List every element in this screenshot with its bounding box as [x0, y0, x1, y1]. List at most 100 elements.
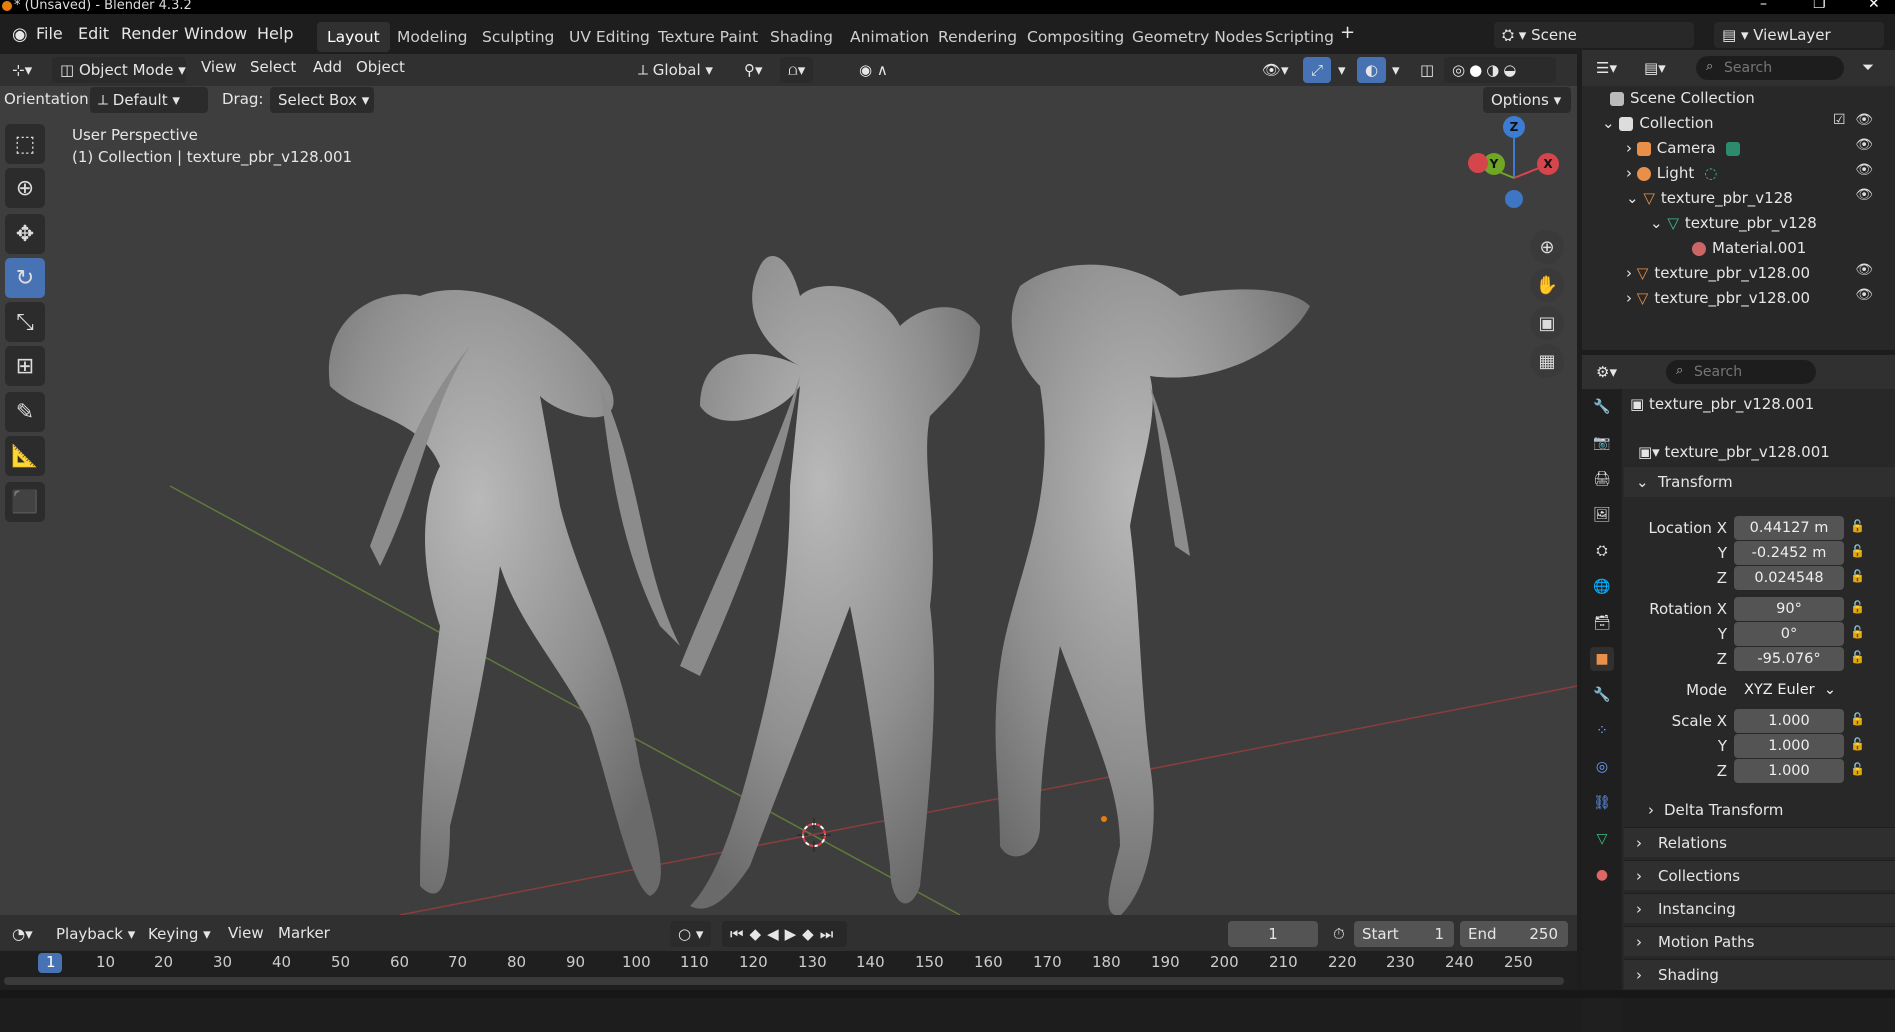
- location-z-field[interactable]: 0.024548: [1734, 566, 1844, 590]
- chevron-right-icon[interactable]: ›: [1626, 289, 1637, 307]
- menu-render[interactable]: Render: [121, 24, 178, 43]
- scale-z-field[interactable]: 1.000: [1734, 759, 1844, 783]
- maximize-icon[interactable]: ❐: [1813, 0, 1826, 12]
- rendered-shading-icon[interactable]: ◒: [1503, 61, 1520, 79]
- select-box-tool-icon[interactable]: ⬚: [5, 124, 45, 164]
- add-cube-tool-icon[interactable]: ⬛: [5, 482, 45, 522]
- rotation-y-field[interactable]: 0°: [1734, 622, 1844, 646]
- rotation-z-field[interactable]: -95.076°: [1734, 647, 1844, 671]
- rotation-mode-dropdown[interactable]: XYZ Euler ⌄: [1734, 678, 1844, 702]
- outliner-object-3[interactable]: › ▽ texture_pbr_v128.00: [1626, 286, 1810, 310]
- lock-icon[interactable]: 🔓: [1850, 712, 1865, 726]
- outliner-material[interactable]: Material.001: [1692, 236, 1806, 260]
- snap-magnet-icon[interactable]: ⩍▾: [780, 57, 814, 83]
- properties-editor-type-icon[interactable]: ⚙▾: [1588, 359, 1625, 385]
- gizmo-neg-x-axis[interactable]: [1468, 153, 1488, 173]
- autokey-record-icon[interactable]: ○ ▾: [670, 921, 712, 947]
- gizmo-neg-z-axis[interactable]: [1505, 190, 1523, 208]
- preview-range-icon[interactable]: ⏱: [1325, 921, 1353, 947]
- chevron-right-icon[interactable]: ›: [1626, 164, 1637, 182]
- object-mode-dropdown[interactable]: ◫ Object Mode ▾: [52, 57, 186, 83]
- motion-paths-panel[interactable]: › Motion Paths: [1624, 926, 1895, 956]
- menu-view[interactable]: View: [201, 58, 237, 76]
- pan-hand-icon[interactable]: ✋: [1530, 268, 1564, 302]
- outliner-collection[interactable]: ⌄ Collection: [1602, 111, 1714, 135]
- tab-sculpting[interactable]: Sculpting: [472, 22, 564, 52]
- jump-end-icon[interactable]: ⏭: [820, 925, 840, 943]
- play-reverse-icon[interactable]: ◀: [767, 925, 785, 943]
- scale-y-field[interactable]: 1.000: [1734, 734, 1844, 758]
- menu-edit[interactable]: Edit: [78, 24, 109, 43]
- blender-menu-icon[interactable]: ◉: [12, 24, 28, 45]
- object-name-field[interactable]: ▣▾ texture_pbr_v128.001: [1630, 439, 1892, 465]
- chevron-right-icon[interactable]: ›: [1626, 264, 1637, 282]
- cursor-tool-icon[interactable]: ⊕: [5, 168, 45, 208]
- outliner-mesh-data[interactable]: ⌄ ▽ texture_pbr_v128: [1650, 211, 1817, 235]
- lock-icon[interactable]: 🔓: [1850, 650, 1865, 664]
- tab-rendering[interactable]: Rendering: [928, 22, 1027, 52]
- menu-object[interactable]: Object: [356, 58, 405, 76]
- tab-animation[interactable]: Animation: [840, 22, 939, 52]
- constraints-tab-icon[interactable]: ⛓: [1590, 791, 1614, 815]
- navigation-gizmo[interactable]: Z Y X: [1466, 116, 1576, 226]
- transform-tool-icon[interactable]: ⊞: [5, 346, 45, 386]
- measure-tool-icon[interactable]: 📐: [5, 436, 45, 476]
- editor-type-icon[interactable]: ⊹▾: [4, 57, 40, 83]
- outliner-light[interactable]: › Light ◌: [1626, 161, 1717, 185]
- lock-icon[interactable]: 🔓: [1850, 600, 1865, 614]
- outliner-object-1[interactable]: ⌄ ▽ texture_pbr_v128: [1626, 186, 1793, 210]
- tab-geometry-nodes[interactable]: Geometry Nodes: [1122, 22, 1273, 52]
- filter-icon[interactable]: ⏷: [1862, 58, 1874, 76]
- render-tab-icon[interactable]: 📷: [1590, 431, 1614, 455]
- zoom-icon[interactable]: ⊕: [1530, 230, 1564, 264]
- pivot-point-icon[interactable]: ⚲▾: [736, 57, 771, 83]
- timeline-editor-type-icon[interactable]: ◔▾: [4, 921, 41, 947]
- perspective-grid-icon[interactable]: ▦: [1530, 344, 1564, 378]
- timeline-view-menu[interactable]: View: [228, 924, 264, 942]
- tab-modeling[interactable]: Modeling: [387, 22, 478, 52]
- collection-exclude-checkbox[interactable]: ☑: [1833, 112, 1846, 128]
- outliner-editor-type-icon[interactable]: ☰▾: [1588, 55, 1625, 81]
- wireframe-shading-icon[interactable]: ◎: [1452, 61, 1469, 79]
- menu-help[interactable]: Help: [257, 24, 293, 43]
- outliner-camera[interactable]: › Camera: [1626, 136, 1746, 160]
- chevron-down-icon[interactable]: ⌄: [1626, 189, 1643, 207]
- shading-panel[interactable]: › Shading: [1624, 959, 1895, 989]
- display-mode-icon[interactable]: ▤▾: [1636, 55, 1674, 81]
- eye-icon[interactable]: 👁: [1855, 162, 1873, 178]
- lock-icon[interactable]: 🔓: [1850, 625, 1865, 639]
- tab-shading[interactable]: Shading: [760, 22, 843, 52]
- playback-menu[interactable]: Playback ▾: [48, 921, 143, 947]
- rotate-tool-icon[interactable]: ↻: [5, 258, 45, 298]
- end-frame-field[interactable]: End 250: [1460, 921, 1568, 947]
- tab-layout[interactable]: Layout: [317, 22, 390, 52]
- solid-shading-icon[interactable]: ●: [1469, 61, 1486, 79]
- gizmo-x-axis[interactable]: X: [1537, 153, 1559, 175]
- eye-icon[interactable]: 👁: [1855, 187, 1873, 203]
- outliner-object-2[interactable]: › ▽ texture_pbr_v128.00: [1626, 261, 1810, 285]
- menu-add[interactable]: Add: [313, 58, 342, 76]
- menu-window[interactable]: Window: [184, 24, 247, 43]
- transform-panel-header[interactable]: ⌄ Transform: [1624, 467, 1895, 497]
- overlay-dropdown-icon[interactable]: ▾: [1384, 57, 1408, 83]
- material-shading-icon[interactable]: ◑: [1486, 61, 1503, 79]
- gizmo-toggle-icon[interactable]: ⤢: [1303, 57, 1332, 83]
- tab-compositing[interactable]: Compositing: [1017, 22, 1134, 52]
- current-frame-field[interactable]: 1: [1228, 921, 1318, 947]
- scene-selector[interactable]: ⛭ ▾ Scene: [1494, 22, 1694, 48]
- view-layer-selector[interactable]: ▤ ▾ ViewLayer: [1714, 22, 1884, 48]
- tab-scripting[interactable]: Scripting: [1255, 22, 1344, 52]
- next-keyframe-icon[interactable]: ◆: [802, 925, 820, 943]
- playback-controls[interactable]: ⏮◆◀▶◆⏭: [722, 921, 848, 947]
- xray-icon[interactable]: ◫: [1412, 57, 1442, 83]
- drag-dropdown[interactable]: Select Box ▾: [270, 87, 374, 113]
- location-y-field[interactable]: -0.2452 m: [1734, 541, 1844, 565]
- keying-menu[interactable]: Keying ▾: [140, 921, 219, 947]
- timeline-marker-menu[interactable]: Marker: [278, 924, 330, 942]
- tool-tab-icon[interactable]: 🔧: [1590, 395, 1614, 419]
- eye-icon[interactable]: 👁: [1855, 262, 1873, 278]
- data-tab-icon[interactable]: ▽: [1590, 827, 1614, 851]
- scale-x-field[interactable]: 1.000: [1734, 709, 1844, 733]
- chevron-down-icon[interactable]: ⌄: [1602, 114, 1619, 132]
- camera-view-icon[interactable]: ▣: [1530, 306, 1564, 340]
